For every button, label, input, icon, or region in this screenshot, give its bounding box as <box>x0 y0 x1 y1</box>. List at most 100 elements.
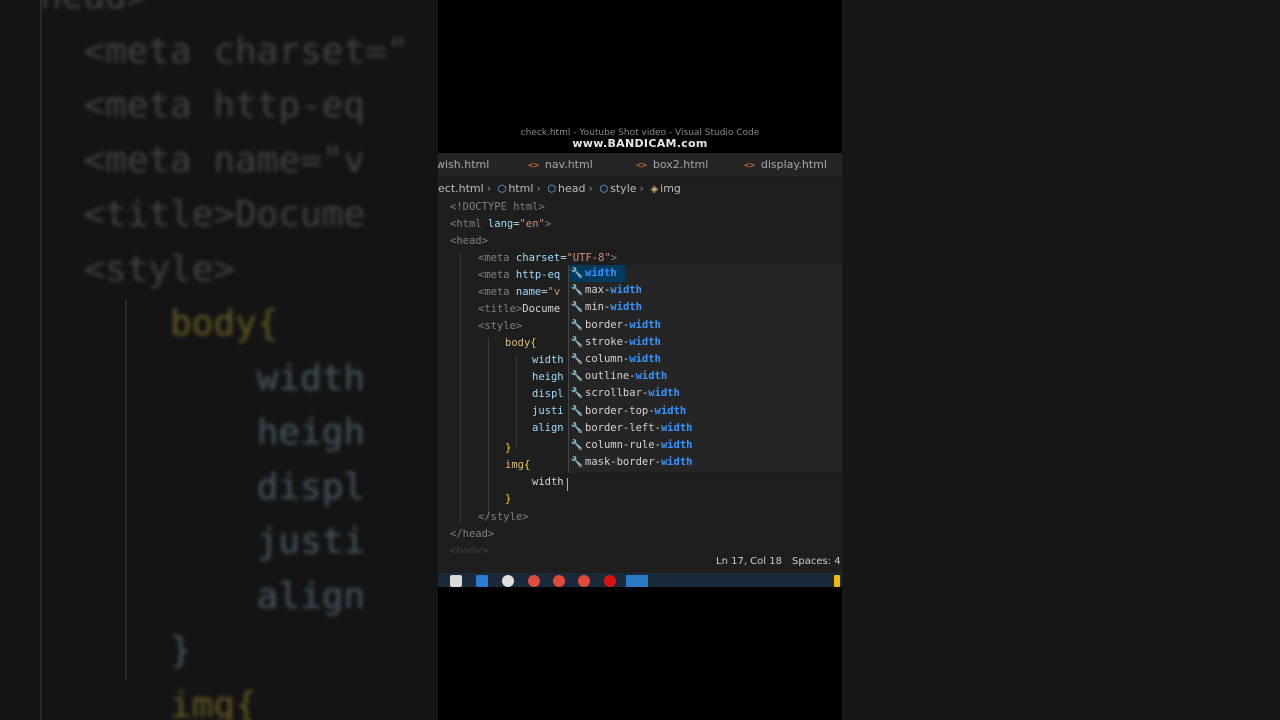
background-code-line: width <box>40 357 366 399</box>
chrome-icon[interactable] <box>553 575 565 587</box>
code-token: body <box>505 337 531 349</box>
selector-icon: ◈ <box>650 184 659 195</box>
chevron-right-icon: › <box>588 182 593 195</box>
code-token: <meta <box>478 269 510 281</box>
code-token: heigh <box>532 371 564 383</box>
start-icon[interactable] <box>450 575 462 587</box>
suggestion-item[interactable]: 🔧 column-rule-width <box>569 437 842 454</box>
code-line: <!DOCTYPE html> <box>450 199 545 216</box>
code-token: "v <box>547 286 561 298</box>
suggestion-prefix: min- <box>585 301 611 314</box>
suggestion-item[interactable]: 🔧 border-width <box>569 317 842 334</box>
code-line: justi <box>532 403 564 420</box>
code-token: displ <box>532 388 564 400</box>
code-line: <style> <box>478 318 522 335</box>
code-token: > <box>610 252 618 264</box>
suggestion-match: width <box>654 404 687 417</box>
code-token: Docume <box>522 303 561 315</box>
code-line: width <box>532 352 564 369</box>
background-code-line: body{ <box>40 303 279 344</box>
suggestion-item[interactable]: 🔧 border-left-width <box>569 420 842 437</box>
suggestion-match: width <box>660 439 693 451</box>
suggestion-item[interactable]: 🔧 outline-width <box>569 368 842 385</box>
code-line: <meta http-eq <box>478 267 560 284</box>
code-token: <meta <box>478 286 510 298</box>
html-file-icon: <> <box>528 161 539 171</box>
vscode-icon[interactable] <box>626 575 648 587</box>
background-blur-right: head> <meta charset=" <meta http-eq <met… <box>842 0 1280 720</box>
code-editor: wish.html <> nav.html <> box2.html <> displ… <box>438 153 842 573</box>
code-token: <meta <box>478 252 510 264</box>
mail-icon[interactable] <box>476 575 488 587</box>
code-line: align <box>532 420 564 437</box>
suggestion-item[interactable]: 🔧 column-width <box>569 351 842 368</box>
autocomplete-popup: 🔧 width 🔧 max-width 🔧 min-width 🔧 border-width 🔧… <box>568 265 842 473</box>
cursor-position[interactable]: Ln 17, Col 18 <box>716 553 782 571</box>
suggestion-prefix: border-top- <box>585 404 655 417</box>
code-token: { <box>523 459 531 471</box>
background-code-line: <meta http-eq <box>40 85 366 126</box>
property-icon: 🔧 <box>570 268 584 279</box>
background-code-line: head> <box>0 0 408 25</box>
chevron-right-icon: › <box>536 182 541 195</box>
suggestion-match: width <box>648 387 680 400</box>
chrome-icon[interactable] <box>578 575 590 587</box>
suggestion-item[interactable]: 🔧 width <box>569 265 625 283</box>
code-line: } <box>505 491 511 508</box>
breadcrumb-item[interactable]: style <box>610 182 636 195</box>
background-code-line: heigh <box>40 412 366 453</box>
breadcrumb-item[interactable]: ect.html <box>438 182 484 195</box>
tab-box2[interactable]: <> box2.html <box>636 153 708 177</box>
suggestion-match: width <box>585 267 617 279</box>
background-blur-left: head> <meta charset=" <meta http-eq <met… <box>0 0 438 720</box>
suggestion-prefix: column- <box>585 353 630 365</box>
code-token: <style> <box>478 320 523 332</box>
suggestion-item[interactable]: 🔧 border-top-width <box>569 403 842 420</box>
code-token: <html <box>450 218 482 230</box>
code-line: body{ <box>505 335 537 352</box>
indent-guide <box>488 338 489 518</box>
property-icon: 🔧 <box>570 440 584 451</box>
taskbar <box>438 573 842 587</box>
video-frame: check.html - Youtube Shot video - Visual… <box>438 0 842 720</box>
record-icon[interactable] <box>604 575 616 587</box>
code-token: justi <box>532 405 564 417</box>
code-line: </head> <box>450 526 494 543</box>
property-icon: 🔧 <box>570 285 584 297</box>
suggestion-item[interactable]: 🔧 scrollbar-width <box>569 385 842 402</box>
indentation-setting[interactable]: Spaces: 4 <box>792 553 841 571</box>
breadcrumb-item[interactable]: img <box>660 182 681 195</box>
tab-display[interactable]: <> display.html <box>744 153 827 177</box>
suggestion-item[interactable]: 🔧 max-width <box>569 282 842 299</box>
background-code-line: <meta charset=" <box>40 30 409 72</box>
suggestion-prefix: stroke- <box>585 335 630 348</box>
chrome-icon[interactable] <box>528 575 540 587</box>
suggestion-match: width <box>610 284 642 297</box>
code-line: heigh <box>532 369 564 386</box>
code-token: lang <box>481 218 514 230</box>
code-token: } <box>505 493 512 505</box>
breadcrumb-item[interactable]: html <box>508 182 533 195</box>
code-token: img <box>505 459 524 471</box>
code-token: align <box>532 422 564 434</box>
background-code-line: img{ <box>40 684 257 720</box>
property-icon: 🔧 <box>570 422 584 434</box>
suggestion-prefix: mask-border- <box>585 456 661 469</box>
background-code-line: displ <box>40 466 366 508</box>
tab-nav[interactable]: <> nav.html <box>528 153 593 177</box>
suggestion-prefix: border-left- <box>585 421 661 434</box>
code-line: } <box>505 440 511 457</box>
background-code-line: <style> <box>40 248 236 290</box>
paint-icon[interactable] <box>502 575 514 587</box>
breadcrumb-item[interactable]: head <box>558 182 585 195</box>
suggestion-item[interactable]: 🔧 min-width <box>569 299 842 316</box>
suggestion-item[interactable]: 🔧 stroke-width <box>569 334 842 351</box>
suggestion-match: width <box>660 421 693 434</box>
suggestion-item[interactable]: 🔧 mask-border-width <box>569 454 842 471</box>
indent-guide <box>460 253 461 523</box>
tab-wish[interactable]: wish.html <box>438 153 489 177</box>
bandicam-watermark: www.BANDICAM.com <box>572 137 708 150</box>
code-token: </style> <box>478 511 529 523</box>
code-token: <title> <box>478 303 523 315</box>
tab-label: display.html <box>760 158 827 171</box>
